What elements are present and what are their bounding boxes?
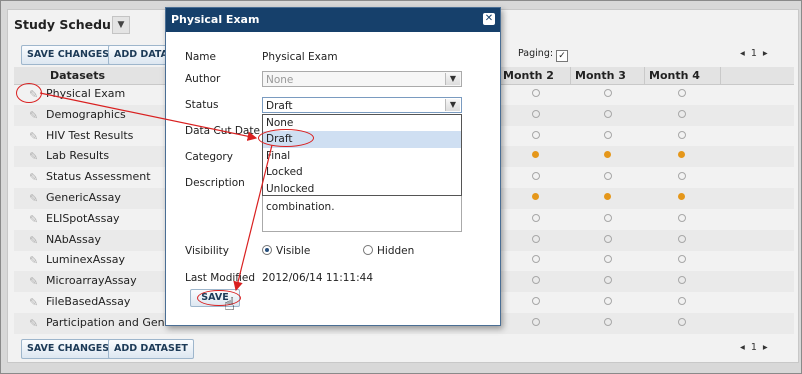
hand-cursor-icon: ☝ [224, 294, 235, 315]
annotation-arrow-to-draft [39, 92, 258, 141]
annotation-arrows [39, 92, 273, 292]
annotation-arrow-to-save [233, 144, 273, 292]
